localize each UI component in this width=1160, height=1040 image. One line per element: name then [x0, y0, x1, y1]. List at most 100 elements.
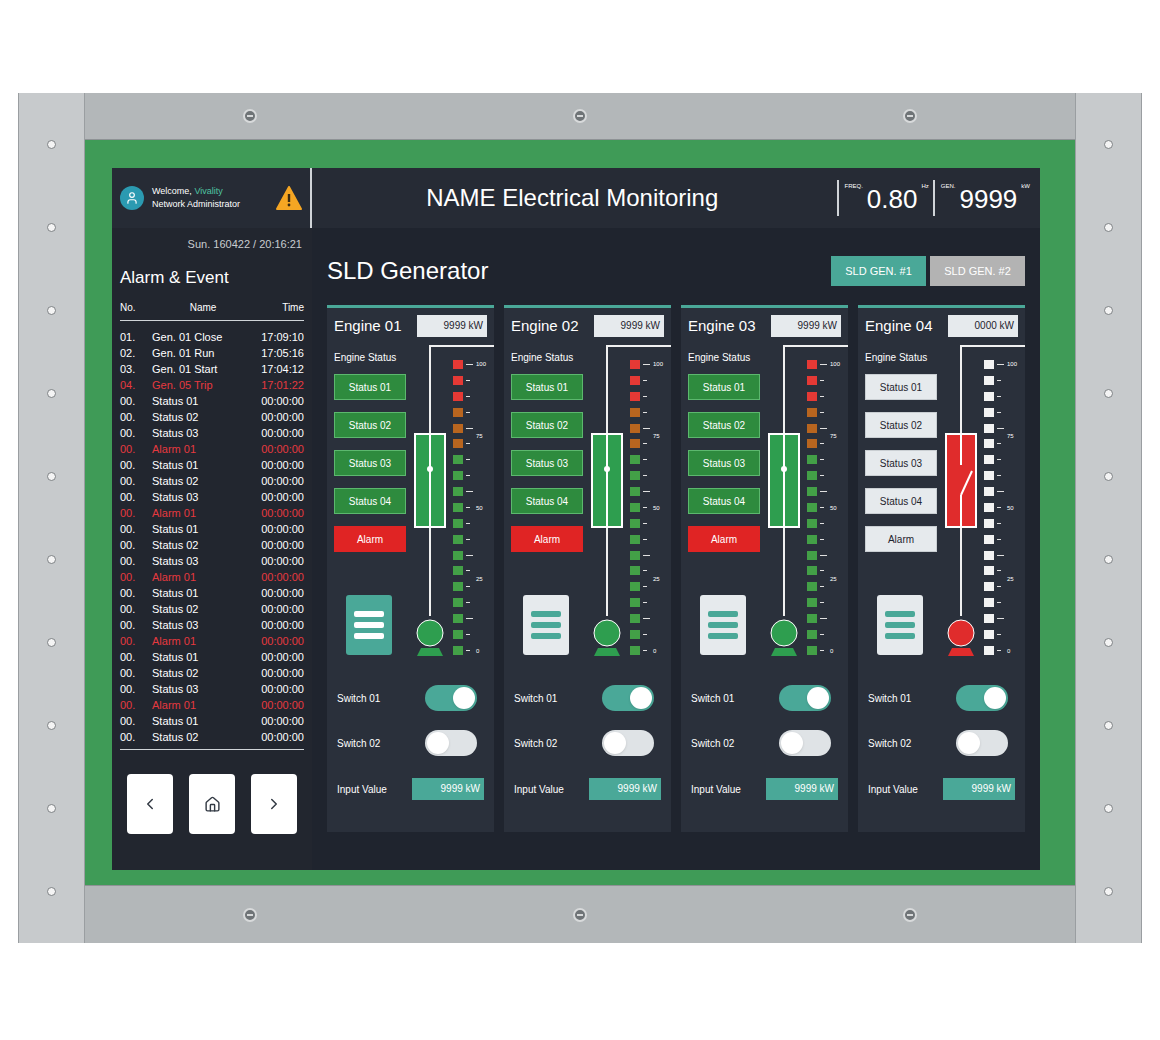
event-row[interactable]: 00.Status 0100:00:00 — [120, 457, 304, 473]
status-button[interactable]: Status 01 — [334, 374, 406, 400]
status-button[interactable]: Status 01 — [865, 374, 937, 400]
event-row[interactable]: 01.Gen. 01 Close17:09:10 — [120, 329, 304, 345]
right-flange — [1075, 93, 1142, 943]
status-button[interactable]: Status 04 — [511, 488, 583, 514]
input-value[interactable]: 9999 kW — [943, 778, 1015, 800]
meter-tick-label: 100 — [830, 360, 840, 368]
home-button[interactable] — [189, 774, 235, 834]
input-value[interactable]: 9999 kW — [412, 778, 484, 800]
event-row[interactable]: 04.Gen. 05 Trip17:01:22 — [120, 377, 304, 393]
event-row[interactable]: 00.Status 0200:00:00 — [120, 665, 304, 681]
line-column — [412, 347, 448, 660]
event-row[interactable]: 00.Status 0100:00:00 — [120, 649, 304, 665]
meter-segment — [807, 598, 817, 607]
input-value[interactable]: 9999 kW — [589, 778, 661, 800]
mount-hole — [1104, 804, 1113, 813]
input-row: Input Value9999 kW — [688, 778, 841, 800]
status-button[interactable]: Status 03 — [688, 450, 760, 476]
meter-segment — [984, 503, 994, 512]
event-row[interactable]: 00.Status 0100:00:00 — [120, 585, 304, 601]
meter-segment — [453, 582, 463, 591]
toggle-switch[interactable] — [779, 685, 831, 711]
mount-hole — [47, 472, 56, 481]
event-row[interactable]: 00.Status 0300:00:00 — [120, 617, 304, 633]
toggle-switch[interactable] — [956, 685, 1008, 711]
event-row[interactable]: 00.Alarm 0100:00:00 — [120, 569, 304, 585]
event-row[interactable]: 02.Gen. 01 Run17:05:16 — [120, 345, 304, 361]
meter-segment — [453, 519, 463, 528]
event-row[interactable]: 00.Status 0200:00:00 — [120, 729, 304, 745]
meter-segment — [984, 646, 994, 655]
toggle-switch[interactable] — [956, 730, 1008, 756]
status-button[interactable]: Status 04 — [334, 488, 406, 514]
meter-segment — [807, 614, 817, 623]
status-button[interactable]: Status 03 — [511, 450, 583, 476]
status-button[interactable]: Status 04 — [688, 488, 760, 514]
input-value[interactable]: 9999 kW — [766, 778, 838, 800]
toggle-switch[interactable] — [602, 685, 654, 711]
mount-hole — [47, 140, 56, 149]
event-row[interactable]: 00.Alarm 0100:00:00 — [120, 697, 304, 713]
status-button[interactable]: Status 02 — [688, 412, 760, 438]
bus-line — [429, 345, 494, 347]
status-button[interactable]: Status 01 — [688, 374, 760, 400]
alarm-button[interactable]: Alarm — [511, 526, 583, 552]
event-row[interactable]: 00.Status 0300:00:00 — [120, 553, 304, 569]
tab[interactable]: SLD GEN. #1 — [831, 256, 926, 286]
event-row[interactable]: 00.Alarm 0100:00:00 — [120, 441, 304, 457]
engine-body: Engine Status Status 01 Status 02 Status 03… — [688, 347, 841, 660]
meter-tick-label: 100 — [653, 360, 663, 368]
event-row[interactable]: 00.Status 0100:00:00 — [120, 521, 304, 537]
event-row[interactable]: 00.Alarm 0100:00:00 — [120, 633, 304, 649]
meter-tick-label: 75 — [653, 432, 663, 440]
event-row[interactable]: 00.Status 0100:00:00 — [120, 393, 304, 409]
event-row[interactable]: 00.Status 0100:00:00 — [120, 713, 304, 729]
event-row[interactable]: 00.Status 0200:00:00 — [120, 473, 304, 489]
input-label: Input Value — [868, 782, 918, 797]
status-button[interactable]: Status 01 — [511, 374, 583, 400]
toggle-switch[interactable] — [425, 685, 477, 711]
alarm-button[interactable]: Alarm — [865, 526, 937, 552]
status-button[interactable]: Status 02 — [334, 412, 406, 438]
level-meter: 1007550250 — [984, 347, 1017, 660]
alarm-button[interactable]: Alarm — [334, 526, 406, 552]
event-row[interactable]: 00.Status 0200:00:00 — [120, 409, 304, 425]
meter-segment — [630, 503, 640, 512]
meter-segment — [807, 455, 817, 464]
status-button[interactable]: Status 03 — [865, 450, 937, 476]
alarm-button[interactable]: Alarm — [688, 526, 760, 552]
mount-hole — [47, 223, 56, 232]
bus-line — [606, 345, 671, 347]
status-button[interactable]: Status 03 — [334, 450, 406, 476]
menu-button[interactable] — [523, 595, 569, 655]
menu-button[interactable] — [346, 595, 392, 655]
toggle-switch[interactable] — [602, 730, 654, 756]
menu-button[interactable] — [700, 595, 746, 655]
event-row[interactable]: 00.Status 0300:00:00 — [120, 681, 304, 697]
event-row[interactable]: 00.Status 0300:00:00 — [120, 489, 304, 505]
tab[interactable]: SLD GEN. #2 — [930, 256, 1025, 286]
meter-segment — [453, 598, 463, 607]
event-row[interactable]: 00.Status 0200:00:00 — [120, 537, 304, 553]
meter-segment — [453, 360, 463, 369]
toggle-switch[interactable] — [779, 730, 831, 756]
status-title: Engine Status — [688, 351, 762, 365]
left-flange — [18, 93, 85, 943]
toggle-switch[interactable] — [425, 730, 477, 756]
menu-button[interactable] — [877, 595, 923, 655]
event-row[interactable]: 00.Status 0300:00:00 — [120, 425, 304, 441]
event-row[interactable]: 03.Gen. 01 Start17:04:12 — [120, 361, 304, 377]
level-meter: 1007550250 — [453, 347, 486, 660]
mount-hole — [1104, 140, 1113, 149]
meter-segment — [453, 630, 463, 639]
status-button[interactable]: Status 02 — [865, 412, 937, 438]
meter-segment — [630, 392, 640, 401]
prev-button[interactable] — [127, 774, 173, 834]
status-button[interactable]: Status 02 — [511, 412, 583, 438]
event-row[interactable]: 00.Alarm 0100:00:00 — [120, 505, 304, 521]
status-button[interactable]: Status 04 — [865, 488, 937, 514]
event-row[interactable]: 00.Status 0200:00:00 — [120, 601, 304, 617]
meter-segment — [984, 455, 994, 464]
next-button[interactable] — [251, 774, 297, 834]
generator-icon — [412, 616, 448, 656]
